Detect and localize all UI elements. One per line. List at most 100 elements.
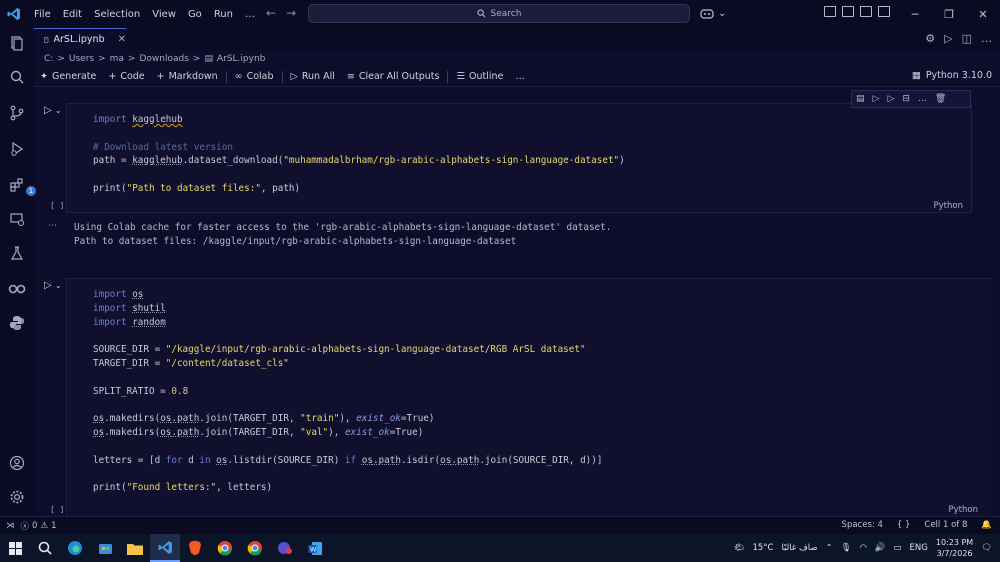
input-language[interactable]: ENG	[910, 543, 928, 553]
breadcrumb-drive[interactable]: C:	[44, 54, 53, 64]
layout-panel-icon[interactable]	[860, 6, 872, 17]
weather-description[interactable]: صاف غالبًا	[781, 543, 817, 553]
layout-sidebar-icon[interactable]	[824, 6, 836, 17]
outline-button[interactable]: ☰ Outline	[450, 71, 509, 82]
brave-browser-icon[interactable]	[180, 534, 210, 562]
wifi-icon[interactable]: ◠	[860, 543, 867, 553]
colab-icon[interactable]	[8, 280, 26, 298]
code-cell-1-source[interactable]: import kagglehub # Download latest versi…	[93, 113, 625, 196]
chevron-down-icon[interactable]: ⌄	[55, 106, 62, 115]
kernel-picker[interactable]: ▦ Python 3.10.0	[912, 70, 992, 81]
menu-run[interactable]: Run	[208, 9, 239, 20]
error-icon: ⓧ	[20, 521, 30, 532]
command-center-search[interactable]: Search	[308, 4, 690, 23]
output-actions-icon[interactable]: ⋯	[48, 221, 57, 231]
microphone-icon[interactable]: 🎙	[841, 543, 852, 553]
split-cell-icon[interactable]: ⊟	[902, 94, 910, 104]
run-debug-icon[interactable]	[8, 140, 26, 158]
settings-gear-icon[interactable]	[8, 488, 26, 506]
chevron-up-icon[interactable]: ⌃	[826, 543, 833, 553]
word-icon[interactable]: W	[300, 534, 330, 562]
app-icon[interactable]	[270, 534, 300, 562]
language-status[interactable]: { }	[897, 520, 911, 530]
menu-edit[interactable]: Edit	[57, 9, 88, 20]
breadcrumb-user[interactable]: ma	[110, 54, 124, 64]
code-token: .makedirs(	[104, 426, 161, 438]
clear-all-outputs-button[interactable]: ≡ Clear All Outputs	[341, 71, 446, 82]
menu-view[interactable]: View	[146, 9, 182, 20]
python-icon[interactable]	[8, 314, 26, 332]
chevron-down-icon[interactable]: ⌄	[55, 281, 62, 290]
run-icon[interactable]: ▷	[944, 32, 952, 45]
add-code-button[interactable]: + Code	[102, 71, 150, 82]
execute-cell-below-icon[interactable]: ▷	[873, 94, 880, 104]
battery-icon[interactable]: ▭	[894, 543, 902, 553]
file-explorer-icon[interactable]	[120, 534, 150, 562]
minimize-icon[interactable]: ─	[898, 0, 932, 28]
extensions-icon[interactable]: 1	[8, 176, 36, 196]
notification-center-icon[interactable]: 🗨	[981, 543, 992, 553]
add-markdown-button[interactable]: + Markdown	[151, 71, 224, 82]
run-cell-button[interactable]: ▷ ⌄	[44, 280, 62, 291]
menu-go[interactable]: Go	[182, 9, 208, 20]
menu-more[interactable]: …	[239, 9, 261, 20]
taskbar-search-icon[interactable]	[30, 534, 60, 562]
cell-language-label[interactable]: Python	[934, 201, 963, 211]
clear-outputs-label: Clear All Outputs	[358, 71, 440, 82]
toolbar-more-button[interactable]: …	[509, 71, 531, 82]
breadcrumb-users[interactable]: Users	[69, 54, 94, 64]
delete-cell-icon[interactable]: 🗑	[935, 94, 946, 104]
remote-explorer-icon[interactable]	[8, 210, 26, 228]
generate-button[interactable]: ✦ Generate	[34, 71, 102, 82]
tab-close-icon[interactable]: ✕	[118, 34, 126, 45]
run-cell-button[interactable]: ▷ ⌄	[44, 105, 62, 116]
explorer-icon[interactable]	[8, 34, 26, 52]
weather-temp[interactable]: 15°C	[752, 543, 773, 553]
chrome-browser-icon[interactable]	[210, 534, 240, 562]
source-control-icon[interactable]	[8, 104, 26, 122]
store-icon[interactable]	[90, 534, 120, 562]
status-right: Spaces: 4 { } Cell 1 of 8 🔔	[842, 520, 992, 530]
remote-indicator-icon[interactable]: ⋊	[0, 521, 21, 531]
testing-icon[interactable]	[8, 244, 26, 262]
colab-button[interactable]: ∞ Colab	[229, 71, 280, 82]
problems-indicator[interactable]: ⓧ 0 ⚠ 1	[21, 520, 57, 532]
code-cell-2-source[interactable]: import os import shutil import random SO…	[93, 288, 602, 495]
cell-position-status[interactable]: Cell 1 of 8	[924, 520, 967, 530]
cell-language-label[interactable]: Python	[949, 505, 978, 515]
execute-above-icon[interactable]: ▤	[856, 94, 865, 104]
chrome-profile-icon[interactable]	[240, 534, 270, 562]
vscode-taskbar-icon[interactable]	[150, 534, 180, 562]
close-icon[interactable]: ✕	[966, 0, 1000, 28]
more-icon[interactable]: …	[918, 94, 927, 104]
code-cell-2[interactable]: import os import shutil import random SO…	[66, 278, 992, 518]
layout-primary-icon[interactable]	[842, 6, 854, 17]
code-cell-1[interactable]: import kagglehub # Download latest versi…	[66, 103, 972, 213]
indentation-status[interactable]: Spaces: 4	[842, 520, 883, 530]
volume-icon[interactable]: 🔊	[875, 543, 886, 553]
notifications-bell-icon[interactable]: 🔔	[981, 520, 992, 530]
windows-start-icon[interactable]	[0, 534, 30, 562]
copilot-menu[interactable]: ⌄	[700, 4, 736, 23]
search-icon[interactable]	[8, 68, 26, 86]
forward-arrow-icon[interactable]: →	[286, 6, 296, 20]
notebook-settings-gear-icon[interactable]: ⚙	[925, 32, 935, 45]
weather-icon[interactable]: 🌤	[734, 543, 745, 553]
account-icon[interactable]	[8, 454, 26, 472]
menu-selection[interactable]: Selection	[88, 9, 146, 20]
more-actions-icon[interactable]: …	[981, 32, 992, 45]
breadcrumb-file[interactable]: ArSL.ipynb	[217, 54, 265, 64]
taskbar-clock[interactable]: 10:23 PM 3/7/2026	[936, 537, 973, 559]
code-string: "/kaggle/input/rgb-arabic-alphabets-sign…	[165, 344, 586, 356]
layout-secondary-icon[interactable]	[878, 6, 890, 17]
split-editor-icon[interactable]: ◫	[962, 32, 972, 45]
tab-arsl-notebook[interactable]: ArSL.ipynb ✕	[34, 28, 126, 50]
run-all-button[interactable]: ▷ Run All	[285, 71, 341, 82]
run-all-icon: ▷	[290, 71, 298, 82]
edge-browser-icon[interactable]	[60, 534, 90, 562]
restore-icon[interactable]: ❐	[932, 0, 966, 28]
back-arrow-icon[interactable]: ←	[266, 6, 276, 20]
menu-file[interactable]: File	[28, 9, 57, 20]
run-below-icon[interactable]: ▷	[887, 94, 894, 104]
breadcrumb-downloads[interactable]: Downloads	[139, 54, 188, 64]
